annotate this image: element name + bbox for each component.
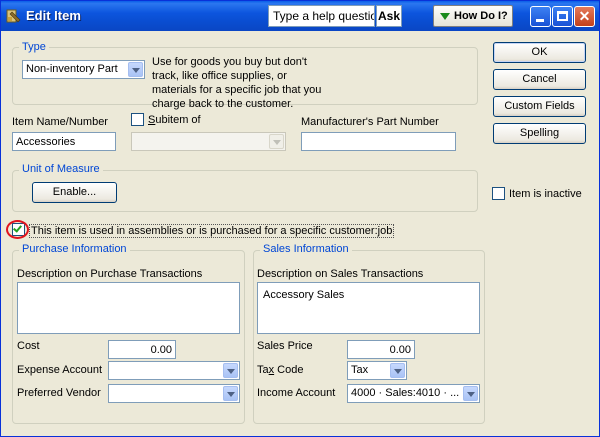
enable-button[interactable]: Enable... bbox=[32, 182, 117, 203]
unit-of-measure-label: Unit of Measure bbox=[19, 163, 103, 175]
custom-fields-button[interactable]: Custom Fields bbox=[493, 96, 586, 117]
tax-code-label-prefix: Ta bbox=[257, 364, 269, 376]
highlight-circle bbox=[6, 220, 29, 239]
cancel-button[interactable]: Cancel bbox=[493, 69, 586, 90]
tax-code-label: Tax Code bbox=[257, 364, 303, 376]
app-icon bbox=[6, 9, 21, 23]
item-inactive-label: Item is inactive bbox=[509, 188, 582, 200]
cost-label: Cost bbox=[17, 340, 40, 352]
purchase-description-label: Description on Purchase Transactions bbox=[17, 268, 203, 280]
item-inactive-checkbox[interactable] bbox=[492, 187, 505, 200]
triangle-down-icon bbox=[440, 13, 450, 20]
sales-description-label: Description on Sales Transactions bbox=[257, 268, 424, 280]
tax-code-label-rest: Code bbox=[274, 364, 304, 376]
chevron-down-icon bbox=[463, 386, 478, 401]
sales-information-label: Sales Information bbox=[260, 243, 352, 255]
type-description: Use for goods you buy but don't track, l… bbox=[152, 56, 322, 110]
income-account-value: 4000 · Sales:4010 · ... bbox=[351, 387, 460, 399]
manufacturer-label: Manufacturer's Part Number bbox=[301, 116, 439, 128]
manufacturer-input[interactable] bbox=[301, 132, 456, 151]
chevron-down-icon bbox=[223, 386, 238, 401]
purchase-description-input[interactable] bbox=[17, 282, 240, 334]
chevron-down-icon bbox=[390, 363, 405, 378]
how-do-i-label: How Do I? bbox=[454, 10, 508, 22]
purchase-information-label: Purchase Information bbox=[19, 243, 130, 255]
chevron-down-icon bbox=[128, 62, 143, 77]
type-select[interactable]: Non-inventory Part bbox=[22, 60, 145, 79]
sales-price-label: Sales Price bbox=[257, 340, 313, 352]
edit-item-window: Edit Item Type a help question Ask How D… bbox=[0, 0, 600, 437]
item-name-input[interactable]: Accessories bbox=[12, 132, 116, 151]
help-question-input[interactable]: Type a help question bbox=[268, 5, 375, 27]
ask-button[interactable]: Ask bbox=[376, 5, 402, 27]
maximize-button[interactable] bbox=[552, 6, 573, 27]
spelling-button[interactable]: Spelling bbox=[493, 123, 586, 144]
subitem-label-rest: ubitem of bbox=[155, 114, 201, 126]
subitem-select[interactable] bbox=[131, 132, 286, 151]
tax-code-value: Tax bbox=[351, 364, 369, 376]
income-account-select[interactable]: 4000 · Sales:4010 · ... bbox=[347, 384, 480, 403]
minimize-icon bbox=[536, 19, 544, 22]
income-account-label: Income Account bbox=[257, 387, 336, 399]
subitem-label: Subitem of bbox=[148, 114, 201, 126]
expense-account-select[interactable] bbox=[108, 361, 240, 380]
chevron-down-icon bbox=[269, 134, 284, 149]
preferred-vendor-label: Preferred Vendor bbox=[17, 387, 101, 399]
cost-input[interactable]: 0.00 bbox=[108, 340, 176, 359]
close-icon: ✕ bbox=[578, 8, 591, 24]
ok-button[interactable]: OK bbox=[493, 42, 586, 63]
preferred-vendor-select[interactable] bbox=[108, 384, 240, 403]
chevron-down-icon bbox=[223, 363, 238, 378]
subitem-checkbox[interactable] bbox=[131, 113, 144, 126]
type-group-label: Type bbox=[19, 41, 49, 53]
expense-account-label: Expense Account bbox=[17, 364, 103, 376]
close-button[interactable]: ✕ bbox=[574, 6, 595, 27]
sales-price-input[interactable]: 0.00 bbox=[347, 340, 415, 359]
window-title: Edit Item bbox=[26, 8, 81, 23]
assemblies-label: This item is used in assemblies or is pu… bbox=[29, 224, 395, 238]
item-name-label: Item Name/Number bbox=[12, 116, 108, 128]
sales-description-input[interactable]: Accessory Sales bbox=[257, 282, 480, 334]
title-bar[interactable]: Edit Item Type a help question Ask How D… bbox=[1, 1, 599, 31]
how-do-i-button[interactable]: How Do I? bbox=[433, 5, 513, 27]
maximize-icon bbox=[557, 11, 568, 21]
minimize-button[interactable] bbox=[530, 6, 551, 27]
type-select-value: Non-inventory Part bbox=[26, 63, 118, 75]
tax-code-select[interactable]: Tax bbox=[347, 361, 407, 380]
